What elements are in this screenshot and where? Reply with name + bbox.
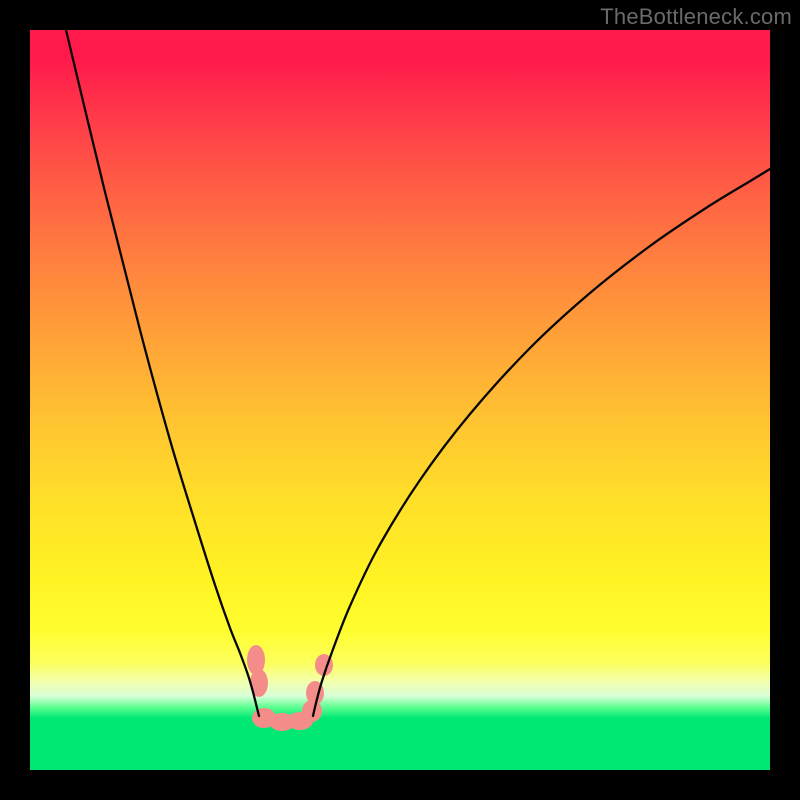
series-right-curve [313,169,770,716]
chart-frame: TheBottleneck.com [0,0,800,800]
curve-layer [66,30,770,716]
series-left-curve [66,30,259,716]
chart-svg [30,30,770,770]
watermark-text: TheBottleneck.com [600,4,792,30]
chart-plot-area [30,30,770,770]
